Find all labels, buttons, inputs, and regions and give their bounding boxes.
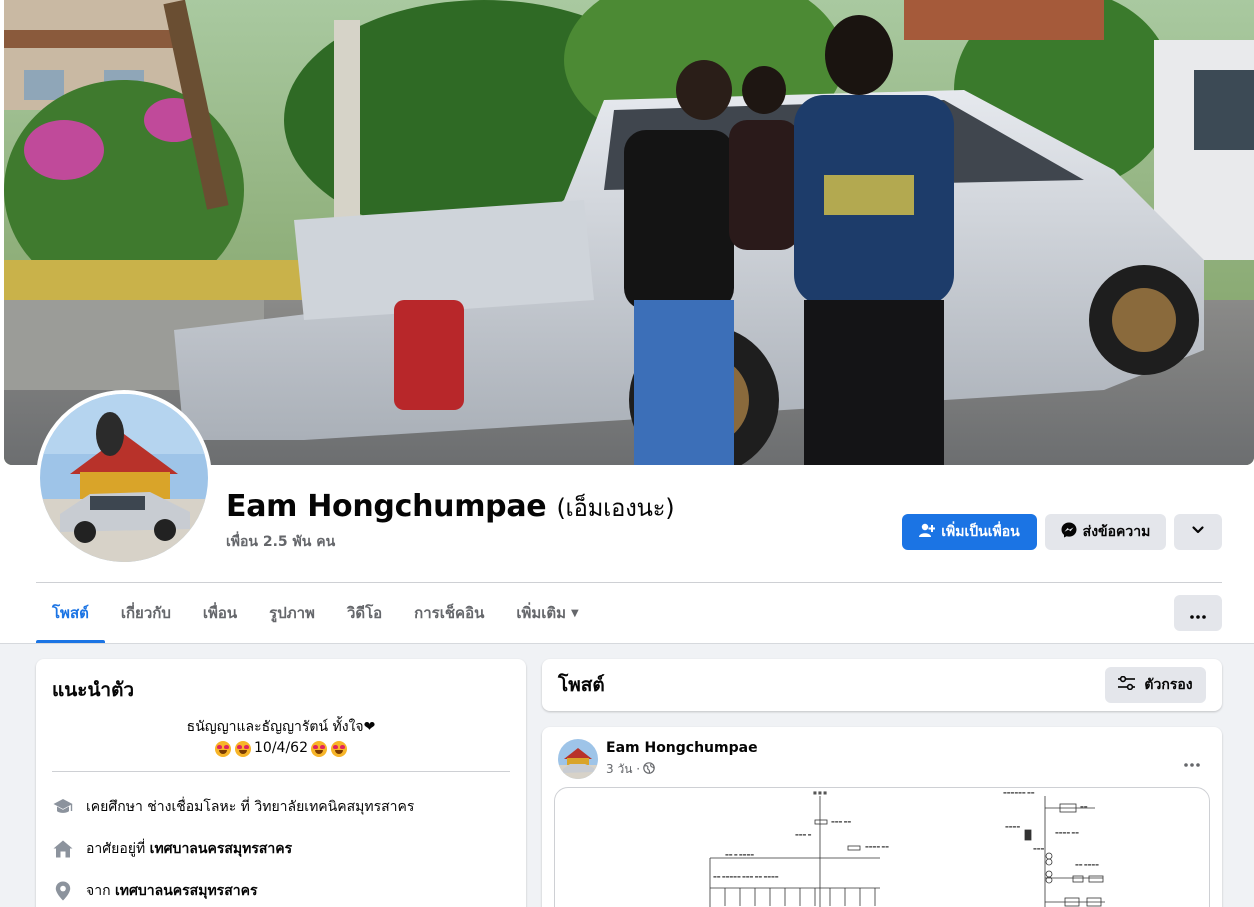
svg-text:▬▬ ▬ ▬▬▬▬: ▬▬ ▬ ▬▬▬▬ (725, 852, 754, 857)
person-plus-icon (919, 522, 936, 542)
add-friend-label: เพิ่มเป็นเพื่อน (941, 524, 1020, 540)
tab-label: เพิ่มเติม (516, 604, 567, 622)
bio-line-date: 10/4/62 (52, 738, 510, 759)
intro-bio: ธนัญญาและธัญญารัตน์ ทั้งใจ❤ 10/4/62 (52, 717, 510, 759)
profile-tabs: โพสต์ เกี่ยวกับ เพื่อน รูปภาพ วิดีโอ การ… (36, 584, 595, 643)
header-divider (36, 582, 1222, 583)
education-prefix: เคยศึกษา ช่างเชื่อมโลหะ ที่ (86, 799, 255, 815)
profile-name: Eam Hongchumpae (เอ็มเองนะ) (226, 488, 675, 527)
tab-more[interactable]: เพิ่มเติม ▼ (500, 584, 594, 642)
tab-label: การเช็คอิน (414, 604, 485, 622)
chevron-down-icon (1191, 523, 1205, 541)
add-friend-button[interactable]: เพิ่มเป็นเพื่อน (902, 514, 1037, 550)
tab-label: โพสต์ (52, 604, 89, 622)
caret-down-icon: ▼ (571, 607, 579, 619)
heart-eyes-emoji-icon (330, 740, 347, 757)
post-image-diagram[interactable]: ■ ■ ■ ▬▬▬ ▬▬ ▬▬▬ ▬ ▬▬▬▬ ▬▬ ▬▬ ▬ ▬▬▬▬ ▬▬ … (554, 787, 1210, 907)
svg-text:▬▬▬▬ ▬▬: ▬▬▬▬ ▬▬ (865, 844, 889, 849)
from-place[interactable]: เทศบาลนครสมุทรสาคร (115, 883, 258, 899)
intro-lives-in: อาศัยอยู่ที่ เทศบาลนครสมุทรสาคร (52, 828, 510, 870)
svg-text:▬▬▬▬: ▬▬▬▬ (1005, 824, 1020, 829)
heart-eyes-emoji-icon (235, 740, 251, 757)
heart-eyes-emoji-icon (215, 740, 231, 757)
post-options-button[interactable] (1174, 743, 1210, 779)
posts-header: โพสต์ ตัวกรอง (542, 659, 1222, 711)
bio-line: ธนัญญาและธัญญารัตน์ ทั้งใจ❤ (186, 719, 376, 735)
lives-prefix: อาศัยอยู่ที่ (86, 841, 150, 857)
svg-text:▬▬▬ ▬▬: ▬▬▬ ▬▬ (831, 819, 851, 824)
posts-title: โพสต์ (558, 674, 605, 696)
home-icon (52, 838, 74, 860)
profile-avatar[interactable] (36, 390, 212, 566)
profile-options-dropdown[interactable] (1174, 514, 1222, 550)
tab-checkins[interactable]: การเช็คอิน (398, 584, 500, 642)
more-dots-icon (1190, 604, 1206, 623)
svg-text:▬▬ ▬▬▬▬: ▬▬ ▬▬▬▬ (1075, 862, 1099, 867)
lives-text: อาศัยอยู่ที่ เทศบาลนครสมุทรสาคร (86, 838, 292, 860)
from-text: จาก เทศบาลนครสมุทรสาคร (86, 880, 258, 902)
svg-text:■ ■ ■: ■ ■ ■ (813, 790, 827, 795)
tab-label: วิดีโอ (346, 604, 383, 622)
tab-label: รูปภาพ (269, 604, 315, 622)
post-timestamp[interactable]: 3 วัน · (606, 760, 640, 779)
tab-label: เพื่อน (202, 604, 238, 622)
svg-text:▬▬▬ ▬: ▬▬▬ ▬ (795, 832, 812, 837)
friends-count[interactable]: เพื่อน 2.5 พัน คน (226, 531, 335, 553)
education-school[interactable]: วิทยาลัยเทคนิคสมุทรสาคร (254, 799, 414, 815)
post-meta: 3 วัน · (606, 760, 655, 779)
bio-date: 10/4/62 (254, 740, 308, 756)
sliders-icon (1118, 675, 1136, 694)
svg-text:▬▬ ▬▬▬▬▬ ▬▬▬ ▬▬ ▬▬▬▬: ▬▬ ▬▬▬▬▬ ▬▬▬ ▬▬ ▬▬▬▬ (713, 874, 779, 879)
filter-button[interactable]: ตัวกรอง (1105, 667, 1206, 703)
svg-text:▬▬▬▬ ▬▬: ▬▬▬▬ ▬▬ (1055, 830, 1079, 835)
intro-divider (52, 771, 510, 772)
svg-text:▬▬▬: ▬▬▬ (1033, 846, 1045, 851)
post-author-avatar[interactable] (558, 739, 598, 779)
graduation-cap-icon (52, 796, 74, 818)
message-button[interactable]: ส่งข้อความ (1045, 514, 1166, 550)
heart-eyes-emoji-icon (310, 740, 327, 757)
tab-posts[interactable]: โพสต์ (36, 584, 105, 643)
svg-text:▬▬: ▬▬ (1080, 804, 1088, 809)
globe-icon (643, 762, 655, 777)
profile-nickname: (เอ็มเองนะ) (556, 494, 675, 522)
intro-education: เคยศึกษา ช่างเชื่อมโลหะ ที่ วิทยาลัยเทคน… (52, 786, 510, 828)
profile-name-text: Eam Hongchumpae (226, 489, 547, 524)
tabs-more-button[interactable] (1174, 595, 1222, 631)
education-text: เคยศึกษา ช่างเชื่อมโลหะ ที่ วิทยาลัยเทคน… (86, 796, 414, 818)
intro-card: แนะนำตัว ธนัญญาและธัญญารัตน์ ทั้งใจ❤ 10/… (36, 659, 526, 907)
tab-about[interactable]: เกี่ยวกับ (105, 584, 187, 642)
lives-place[interactable]: เทศบาลนครสมุทรสาคร (150, 841, 293, 857)
intro-title: แนะนำตัว (52, 679, 135, 701)
svg-text:▬▬▬▬▬▬ ▬▬: ▬▬▬▬▬▬ ▬▬ (1003, 790, 1035, 795)
post-author-name[interactable]: Eam Hongchumpae (606, 740, 758, 756)
location-pin-icon (52, 880, 74, 902)
messenger-icon (1061, 522, 1077, 542)
filter-label: ตัวกรอง (1144, 677, 1193, 693)
post-card: Eam Hongchumpae 3 วัน · ■ ■ ■ ▬▬▬ ▬▬ ▬▬▬… (542, 727, 1222, 907)
tab-label: เกี่ยวกับ (120, 604, 171, 622)
from-prefix: จาก (86, 883, 115, 899)
tab-friends[interactable]: เพื่อน (187, 584, 253, 642)
message-label: ส่งข้อความ (1082, 524, 1151, 540)
tab-videos[interactable]: วิดีโอ (331, 584, 398, 642)
tab-photos[interactable]: รูปภาพ (253, 584, 331, 642)
intro-from: จาก เทศบาลนครสมุทรสาคร (52, 870, 510, 907)
cover-photo[interactable] (4, 0, 1254, 465)
more-dots-icon (1184, 752, 1200, 771)
